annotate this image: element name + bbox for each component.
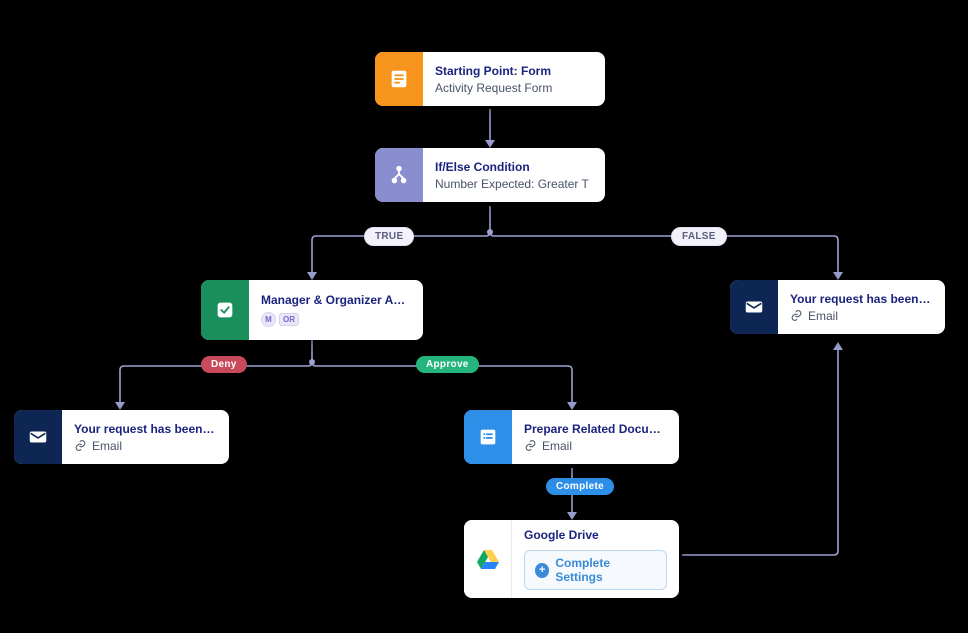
node-approval-title: Manager & Organizer Approval [261, 293, 411, 307]
plus-icon: + [535, 563, 549, 578]
node-denied[interactable]: Your request has been denied. Email [14, 410, 229, 464]
approvers-row: M OR [261, 312, 411, 327]
node-approved[interactable]: Your request has been appro... Email [730, 280, 945, 334]
node-condition[interactable]: If/Else Condition Number Expected: Great… [375, 148, 605, 202]
edge-label-complete: Complete [546, 478, 614, 495]
approver-logic: OR [279, 313, 299, 326]
node-start[interactable]: Starting Point: Form Activity Request Fo… [375, 52, 605, 106]
node-start-title: Starting Point: Form [435, 64, 593, 78]
complete-settings-button[interactable]: + Complete Settings [524, 550, 667, 590]
node-condition-sub: Number Expected: Greater T [435, 177, 593, 191]
node-prepare-title: Prepare Related Documents [524, 422, 667, 436]
branch-icon [375, 148, 423, 202]
node-start-sub: Activity Request Form [435, 81, 593, 95]
workflow-canvas: TRUE FALSE Deny Approve Complete Startin… [0, 0, 968, 633]
edge-label-deny: Deny [201, 356, 247, 373]
edge-label-true: TRUE [364, 227, 414, 246]
drive-icon [464, 520, 512, 598]
approver-chip: M [261, 312, 276, 327]
node-prepare-link: Email [524, 439, 667, 453]
approval-icon [201, 280, 249, 340]
edge-label-false: FALSE [671, 227, 727, 246]
node-condition-title: If/Else Condition [435, 160, 593, 174]
form-icon [375, 52, 423, 106]
node-approved-link: Email [790, 309, 933, 323]
node-approved-title: Your request has been appro... [790, 292, 933, 306]
node-gdrive-title: Google Drive [524, 528, 667, 542]
node-denied-link: Email [74, 439, 217, 453]
list-icon [464, 410, 512, 464]
node-denied-title: Your request has been denied. [74, 422, 217, 436]
node-gdrive[interactable]: Google Drive + Complete Settings [464, 520, 679, 598]
node-approval[interactable]: Manager & Organizer Approval M OR [201, 280, 423, 340]
node-prepare[interactable]: Prepare Related Documents Email [464, 410, 679, 464]
mail-icon [14, 410, 62, 464]
mail-icon [730, 280, 778, 334]
edge-label-approve: Approve [416, 356, 479, 373]
